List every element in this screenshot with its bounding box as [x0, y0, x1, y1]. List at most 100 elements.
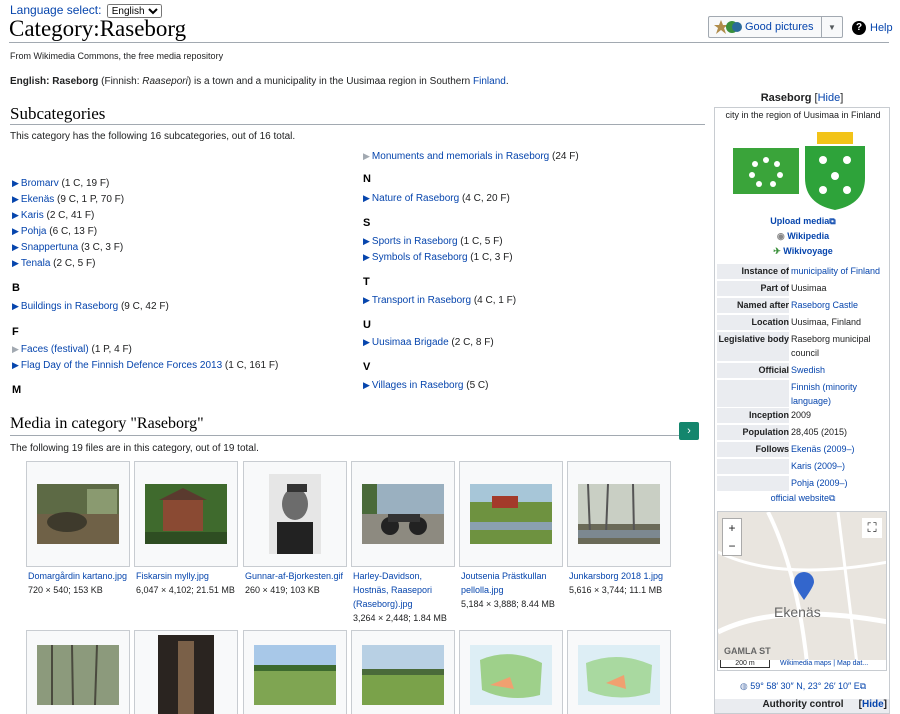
expand-triangle-icon[interactable]: ▶ [363, 295, 370, 305]
map-scale: 200 m [720, 660, 770, 668]
wikivoyage-link[interactable]: Wikivoyage [783, 246, 832, 256]
thumbnail[interactable] [459, 461, 563, 567]
thumbnail[interactable] [26, 630, 130, 714]
subcategory-link[interactable]: Monuments and memorials in Raseborg [372, 151, 549, 162]
subcategory-item: ▶ Snappertuna (3 C, 3 F) [12, 242, 123, 253]
chevron-down-icon[interactable]: ▼ [822, 23, 842, 32]
subcategory-link[interactable]: Transport in Raseborg [372, 295, 471, 306]
file-name-link[interactable]: Joutsenia Prästkullan pellolla.jpg [461, 569, 561, 597]
letter-heading: T [363, 276, 370, 288]
file-name-link[interactable]: Junkarsborg 2018 1.jpg [569, 569, 679, 583]
infobox-value[interactable]: Raseborg Castle [791, 298, 889, 313]
wikipedia-link[interactable]: Wikipedia [787, 231, 829, 241]
expand-triangle-icon[interactable]: ▶ [12, 301, 19, 311]
official-website-link[interactable]: official website [771, 493, 829, 503]
letter-heading: V [363, 361, 371, 373]
expand-triangle-icon[interactable]: ▶ [12, 178, 19, 188]
thumbnail[interactable] [243, 461, 347, 567]
map-attribution[interactable]: Wikimedia maps | Map dat... [780, 660, 868, 667]
expand-triangle-icon[interactable]: ▶ [363, 337, 370, 347]
subcategory-link[interactable]: Tenala [21, 258, 50, 269]
subcategory-link[interactable]: Pohja [21, 226, 47, 237]
map-footer: 200 m Wikimedia maps | Map dat... [718, 660, 886, 670]
expand-triangle-icon[interactable]: ▶ [12, 242, 19, 252]
desc-text-2: ) is a town and a municipality in the Uu… [187, 76, 474, 87]
subcategory-item: ▶ Transport in Raseborg (4 C, 1 F) [363, 295, 516, 306]
zoom-in-button[interactable]: + [723, 519, 741, 537]
thumbnail[interactable] [567, 461, 671, 567]
subcategory-link[interactable]: Nature of Raseborg [372, 193, 459, 204]
subcategory-link[interactable]: Snappertuna [21, 242, 78, 253]
infobox-key [717, 459, 789, 474]
media-divider [10, 435, 682, 436]
category-description: English: Raseborg (Finnish: Raasepori) i… [10, 76, 509, 87]
expand-triangle-icon[interactable]: ▶ [12, 344, 19, 354]
star-icon [713, 19, 743, 35]
infobox-value[interactable]: Ekenäs (2009–) [791, 442, 889, 457]
file-name-link[interactable]: Gunnar-af-Bjorkesten.gif [245, 569, 355, 583]
thumbnail[interactable] [243, 630, 347, 714]
thumbnail[interactable] [26, 461, 130, 567]
finland-link[interactable]: Finland [473, 76, 506, 87]
infobox-key: Location [717, 315, 789, 330]
infobox-value[interactable]: Karis (2009–) [791, 459, 889, 474]
upload-media-link[interactable]: Upload media [770, 216, 829, 226]
letter-heading: U [363, 319, 371, 331]
expand-triangle-icon[interactable]: ▶ [363, 151, 370, 161]
expand-triangle-icon[interactable]: ▶ [12, 194, 19, 204]
subcategory-link[interactable]: Ekenäs [21, 194, 54, 205]
map-street-label: GAMLA ST [724, 646, 771, 656]
file-name-link[interactable]: Harley-Davidson, Hostnäs, Raasepori (Ras… [353, 569, 453, 611]
wikivoyage-icon: ✈ [773, 246, 781, 256]
subcategory-link[interactable]: Karis [21, 210, 44, 221]
coordinates-link[interactable]: 59° 58′ 30″ N, 23° 26′ 10″ E [750, 681, 860, 691]
expand-triangle-icon[interactable]: ▶ [363, 236, 370, 246]
subcategory-item: ▶ Karis (2 C, 41 F) [12, 210, 94, 221]
fullscreen-icon[interactable]: ⛶ [862, 518, 882, 538]
thumbnail[interactable] [351, 630, 455, 714]
zoom-out-button[interactable]: − [723, 537, 741, 555]
infobox-value[interactable]: Pohja (2009–) [791, 476, 889, 491]
help-link[interactable]: ? Help [852, 21, 893, 35]
infobox-value[interactable]: Finnish (minority language) [791, 380, 889, 408]
expand-triangle-icon[interactable]: ▶ [12, 210, 19, 220]
thumbnail[interactable] [459, 630, 563, 714]
subcategory-item: ▶ Uusimaa Brigade (2 C, 8 F) [363, 337, 494, 348]
subcategory-link[interactable]: Sports in Raseborg [372, 236, 458, 247]
subcategory-link[interactable]: Buildings in Raseborg [21, 301, 118, 312]
expand-triangle-icon[interactable]: ▶ [12, 258, 19, 268]
good-pictures-button[interactable]: Good pictures ▼ [708, 16, 843, 38]
authority-hide-link[interactable]: Hide [862, 699, 884, 710]
infobox-value[interactable]: municipality of Finland [791, 264, 889, 279]
thumbnail[interactable] [351, 461, 455, 567]
infobox-hide-link[interactable]: Hide [818, 92, 841, 104]
expand-triangle-icon[interactable]: ▶ [12, 360, 19, 370]
location-map[interactable]: + − ⛶ Ekenäs GAMLA ST 200 m Wikimedia map… [717, 511, 887, 671]
subcategory-link[interactable]: Symbols of Raseborg [372, 252, 468, 263]
infobox-value[interactable]: Swedish [791, 363, 889, 378]
subcategory-count: (1 C, 19 F) [58, 178, 110, 189]
subcategory-link[interactable]: Faces (festival) [21, 344, 89, 355]
file-name-link[interactable]: Domargårdin kartano.jpg [28, 569, 138, 583]
subcategory-count: (1 P, 4 F) [88, 344, 132, 355]
subcategory-item: ▶ Villages in Raseborg (5 C) [363, 380, 488, 391]
official-website: official website⧉ [715, 493, 889, 504]
subcategory-link[interactable]: Villages in Raseborg [372, 380, 464, 391]
site-subtitle: From Wikimedia Commons, the free media r… [10, 51, 224, 61]
infobox-key: Instance of [717, 264, 789, 279]
thumbnail[interactable] [567, 630, 671, 714]
subcategory-link[interactable]: Flag Day of the Finnish Defence Forces 2… [21, 360, 222, 371]
thumbnail[interactable] [134, 461, 238, 567]
subcategory-link[interactable]: Uusimaa Brigade [372, 337, 449, 348]
expand-triangle-icon[interactable]: ▶ [363, 193, 370, 203]
media-count: The following 19 files are in this categ… [10, 443, 259, 454]
subcategory-link[interactable]: Bromarv [21, 178, 59, 189]
file-info: 5,616 × 3,744; 11.1 MB [569, 585, 663, 595]
expand-triangle-icon[interactable]: ▶ [363, 252, 370, 262]
expand-triangle-icon[interactable]: ▶ [363, 380, 370, 390]
thumbnail[interactable] [134, 630, 238, 714]
subcategory-count: (4 C, 1 F) [471, 295, 517, 306]
expand-triangle-icon[interactable]: ▶ [12, 226, 19, 236]
slideshow-button[interactable]: › [679, 422, 699, 440]
file-name-link[interactable]: Fiskarsin mylly.jpg [136, 569, 246, 583]
